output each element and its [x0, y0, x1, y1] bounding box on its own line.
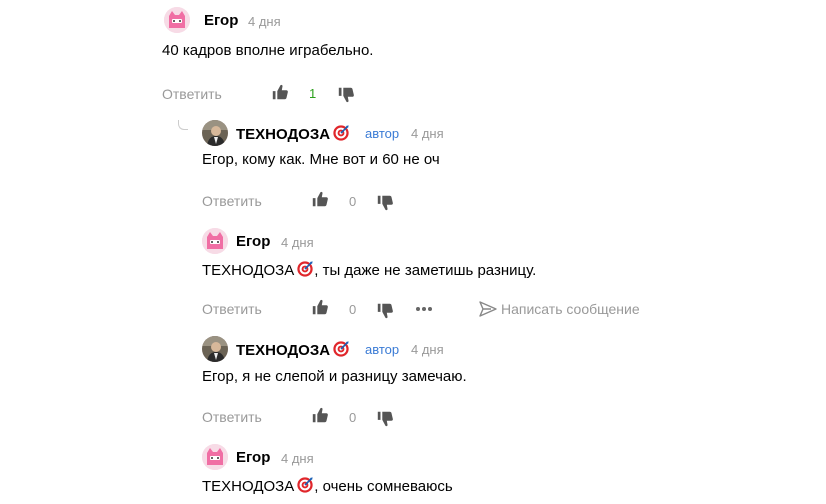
author-name: ТЕХНОДОЗА [236, 342, 331, 359]
comment-body: , ты даже не заметишь разницу. [314, 262, 537, 279]
like-count: 1 [309, 86, 317, 101]
photo-avatar-icon [202, 120, 228, 146]
reply-button[interactable]: Ответить [162, 86, 222, 102]
comment-author[interactable]: ТЕХНОДОЗА [236, 124, 350, 143]
thumb-down-icon[interactable] [376, 194, 394, 212]
avatar[interactable] [202, 228, 228, 254]
like-count: 0 [349, 194, 357, 209]
thread-connector [178, 120, 188, 130]
photo-avatar-icon [202, 336, 228, 362]
comment-author[interactable]: ТЕХНОДОЗА [236, 340, 350, 359]
comment-text: Егор, я не слепой и разницу замечаю. [202, 368, 467, 385]
comment-time: 4 дня [281, 235, 314, 250]
thumb-up-icon[interactable] [311, 406, 329, 424]
mention-link[interactable]: ТЕХНОДОЗА [202, 478, 294, 495]
comment-text: 40 кадров вполне играбельно. [162, 42, 374, 59]
comment-text: ТЕХНОДОЗА , очень сомневаюсь [202, 476, 453, 495]
comment-time: 4 дня [411, 342, 444, 357]
avatar[interactable] [202, 120, 228, 146]
reply-button[interactable]: Ответить [202, 193, 262, 209]
target-icon [332, 340, 350, 358]
comment-body: , очень сомневаюсь [314, 478, 453, 495]
thumb-down-icon[interactable] [376, 302, 394, 320]
target-icon [296, 476, 314, 494]
avatar[interactable] [202, 444, 228, 470]
comment-author[interactable]: Егор [236, 449, 270, 466]
thumb-down-icon[interactable] [376, 410, 394, 428]
reply-button[interactable]: Ответить [202, 301, 262, 317]
target-icon [296, 260, 314, 278]
comment-text: ТЕХНОДОЗА , ты даже не заметишь разницу. [202, 260, 536, 279]
target-icon [332, 124, 350, 142]
like-count: 0 [349, 410, 357, 425]
reply-button[interactable]: Ответить [202, 409, 262, 425]
thumb-up-icon[interactable] [311, 298, 329, 316]
mention-link[interactable]: ТЕХНОДОЗА [202, 262, 294, 279]
comment-time: 4 дня [411, 126, 444, 141]
author-name: ТЕХНОДОЗА [236, 126, 331, 143]
more-options-icon[interactable] [415, 305, 433, 313]
comment-time: 4 дня [248, 14, 281, 29]
author-role-badge[interactable]: автор [365, 126, 399, 141]
thumb-up-icon[interactable] [271, 83, 289, 101]
comment-author[interactable]: Егор [204, 12, 238, 29]
cat-avatar-icon [202, 444, 228, 470]
thumb-up-icon[interactable] [311, 190, 329, 208]
comment-text: Егор, кому как. Мне вот и 60 не оч [202, 151, 440, 168]
like-count: 0 [349, 302, 357, 317]
avatar[interactable] [202, 336, 228, 362]
comment-time: 4 дня [281, 451, 314, 466]
author-role-badge[interactable]: автор [365, 342, 399, 357]
write-message-button[interactable]: Написать сообщение [501, 301, 640, 317]
send-message-icon[interactable] [479, 301, 497, 317]
avatar[interactable] [164, 7, 190, 33]
comment-author[interactable]: Егор [236, 233, 270, 250]
cat-avatar-icon [202, 228, 228, 254]
thumb-down-icon[interactable] [337, 86, 355, 104]
cat-avatar-icon [164, 7, 190, 33]
